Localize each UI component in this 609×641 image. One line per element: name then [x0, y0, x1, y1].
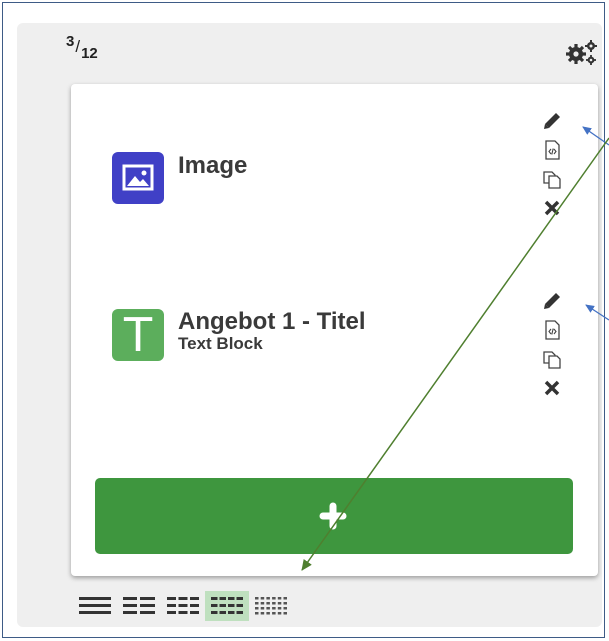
image-icon — [122, 164, 154, 191]
duplicate-icon[interactable] — [541, 348, 563, 370]
layout-option-2-col[interactable] — [117, 591, 161, 621]
layout-option-4-col[interactable] — [205, 591, 249, 621]
block-actions-text — [541, 290, 571, 406]
code-view-icon[interactable] — [541, 319, 563, 341]
layout-option-1-col[interactable] — [73, 591, 117, 621]
column-card: Image T Angebot 1 - Titel Text Block — [71, 84, 598, 576]
column-size-indicator: 3/12 — [66, 33, 98, 62]
layout-2-col-icon — [123, 597, 155, 614]
layout-option-3-col[interactable] — [161, 591, 205, 621]
delete-icon[interactable] — [541, 377, 563, 399]
layout-3-col-icon — [167, 597, 199, 614]
block-title: Angebot 1 - Titel — [178, 308, 366, 335]
image-block-icon — [112, 152, 164, 204]
block-subtitle: Text Block — [178, 334, 263, 353]
column-size-denominator: 12 — [81, 45, 98, 62]
edit-pencil-icon[interactable] — [541, 110, 563, 132]
layout-4-col-icon — [211, 597, 243, 614]
layout-selector — [73, 591, 293, 621]
add-block-button[interactable] — [95, 478, 573, 554]
content-block-image[interactable]: Image — [112, 152, 552, 204]
text-letter-icon: T — [112, 309, 164, 361]
content-block-text[interactable]: T Angebot 1 - Titel Text Block — [112, 309, 552, 361]
column-size-numerator: 3 — [66, 33, 75, 50]
delete-icon[interactable] — [541, 197, 563, 219]
layout-6-col-icon — [255, 597, 287, 615]
code-view-icon[interactable] — [541, 139, 563, 161]
block-actions-image — [541, 110, 571, 226]
settings-gears-icon[interactable] — [565, 38, 599, 66]
fraction-slash: / — [75, 37, 81, 56]
edit-pencil-icon[interactable] — [541, 290, 563, 312]
duplicate-icon[interactable] — [541, 168, 563, 190]
plus-icon — [319, 502, 347, 530]
block-title: Image — [178, 152, 248, 179]
layout-1-col-icon — [79, 597, 111, 614]
layout-option-6-col[interactable] — [249, 591, 293, 621]
